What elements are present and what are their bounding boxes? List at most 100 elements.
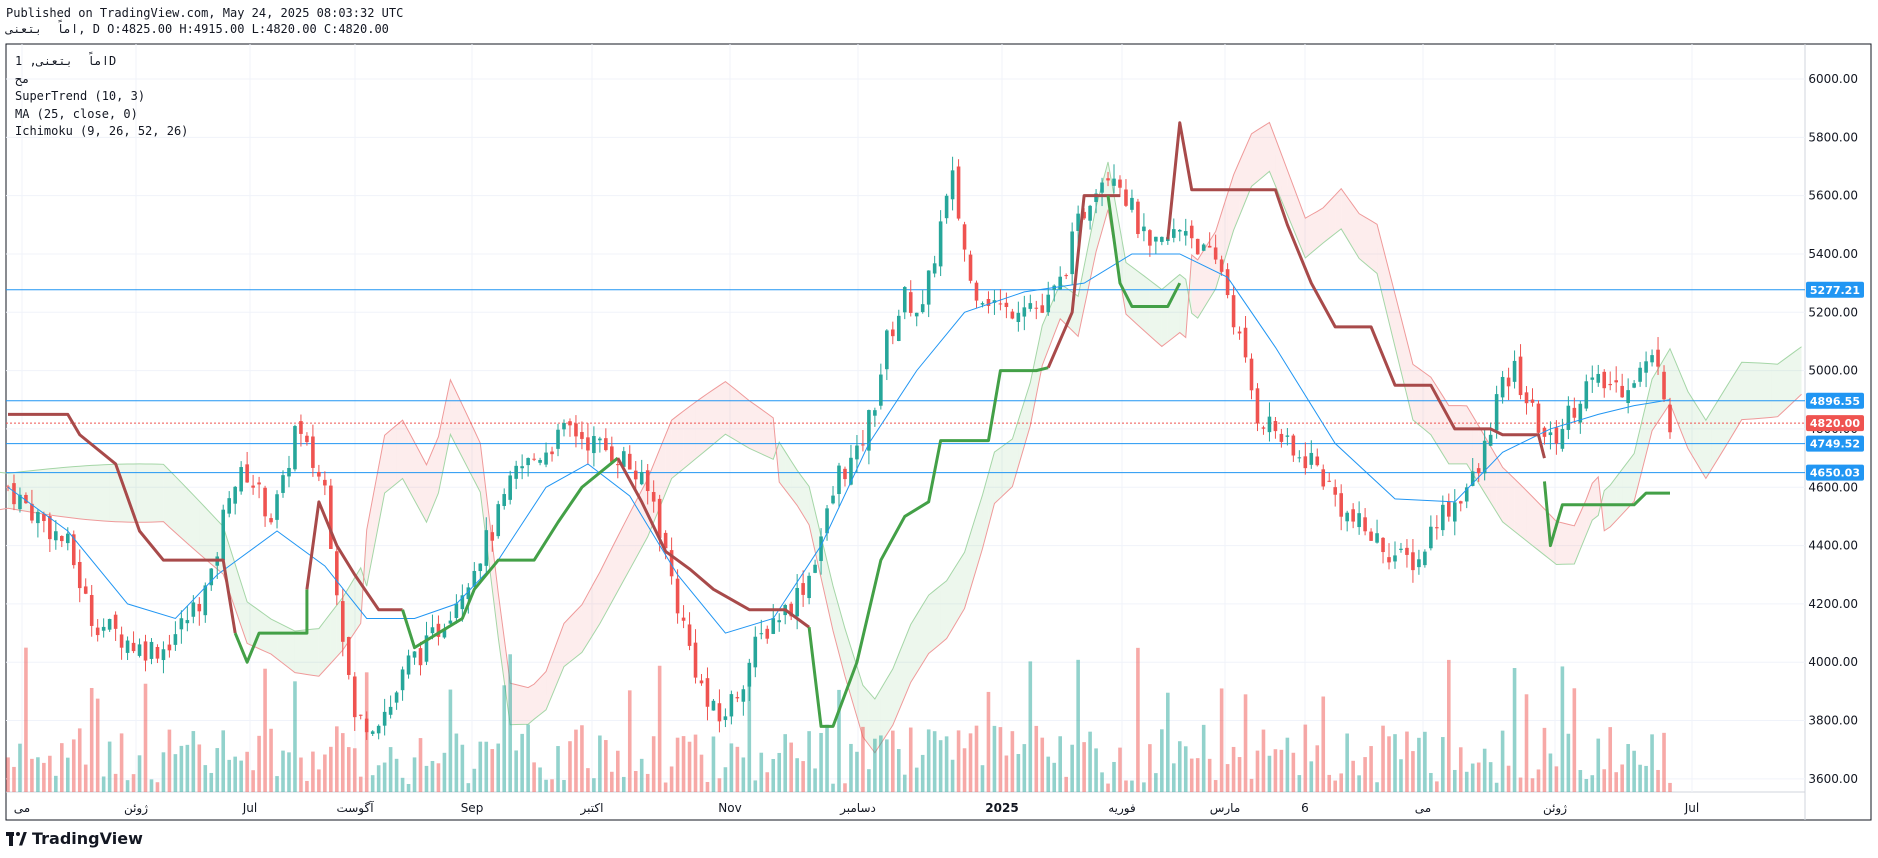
cloud-segment (61, 467, 68, 518)
y-tick-label: 5200.00 (1808, 305, 1858, 319)
volume-bar (1458, 747, 1463, 792)
candle-body (251, 485, 255, 488)
volume-bar (1381, 725, 1385, 792)
volume-bar (711, 736, 716, 792)
volume-bar (1423, 731, 1427, 792)
volume-bar (1357, 775, 1361, 792)
candle-body (980, 303, 985, 305)
volume-bar (1476, 762, 1481, 792)
candle-body (1369, 531, 1373, 541)
volume-bar (197, 744, 202, 792)
cloud-segment (85, 465, 92, 521)
volume-bar (1046, 756, 1051, 792)
candle-body (1154, 236, 1158, 242)
candle-body (329, 485, 333, 549)
volume-bar (604, 740, 608, 792)
x-tick-label: 2025 (985, 801, 1018, 815)
price-chart[interactable]: 6000.00 5800.00 5600.00 5400.00 5200.00 5000.… (0, 0, 1878, 858)
legend-ma[interactable]: MA (25, close, 0) (15, 106, 188, 124)
cloud-segment (725, 381, 732, 438)
x-tick-label: مى (1415, 801, 1431, 815)
volume-bar (1638, 764, 1642, 792)
cloud-segment (1371, 220, 1378, 274)
volume-bar (1548, 753, 1553, 792)
candle-body (1405, 547, 1409, 555)
candle-body (478, 563, 483, 572)
volume-bar (1620, 764, 1624, 792)
candle-body (77, 561, 82, 589)
candle-body (1393, 555, 1397, 562)
volume-bar (1082, 742, 1086, 792)
volume-bar (1405, 731, 1409, 792)
candle-body (813, 564, 817, 573)
price-label: 4650.03 (1810, 467, 1860, 480)
volume-bar (412, 757, 417, 792)
volume-bar (1596, 738, 1601, 792)
volume-bar (1004, 755, 1009, 792)
tradingview-brand[interactable]: TradingView (6, 829, 143, 848)
candle-body (1554, 427, 1559, 444)
candle-body (843, 468, 847, 480)
candle-body (239, 467, 243, 492)
volume-bar (538, 767, 542, 792)
candle-body (1644, 361, 1648, 373)
volume-bar (998, 727, 1003, 792)
candle-body (1177, 229, 1182, 232)
volume-bar (263, 668, 267, 792)
cloud-segment (306, 629, 313, 676)
candle-body (1255, 388, 1260, 424)
legend-supertrend[interactable]: SuperTrend (10, 3) (15, 88, 188, 106)
volume-bar (484, 741, 489, 792)
cloud-segment (199, 501, 206, 559)
volume-bar (1285, 737, 1290, 792)
cloud-segment (1365, 217, 1372, 269)
volume-bar (610, 771, 614, 792)
cloud-segment (300, 629, 307, 675)
volume-bar (849, 743, 853, 792)
volume-bar (346, 747, 351, 792)
volume-bar (1231, 746, 1236, 792)
candle-body (388, 706, 393, 715)
candle-body (305, 435, 309, 443)
cloud-segment (701, 393, 708, 454)
legend-ichimoku[interactable]: Ichimoku (9, 26, 52, 26) (15, 123, 188, 141)
candle-body (227, 498, 231, 514)
candle-body (699, 680, 704, 684)
volume-bar (580, 725, 584, 792)
candle-body (167, 644, 172, 651)
volume-bar (753, 780, 758, 792)
candle-body (1016, 312, 1021, 322)
cloud-segment (1699, 410, 1706, 479)
candle-body (430, 627, 435, 634)
volume-bar (807, 731, 811, 792)
candle-body (1512, 360, 1517, 382)
candle-body (1494, 394, 1499, 431)
volume-bar (1243, 694, 1248, 792)
candle-body (454, 603, 459, 618)
x-tick-label: Jul (1684, 801, 1699, 815)
cloud-segment (1161, 284, 1168, 347)
candle-body (610, 446, 614, 462)
candle-body (723, 716, 728, 720)
volume-bar (101, 776, 106, 792)
volume-bar (155, 782, 160, 792)
cloud-segment (271, 619, 278, 659)
cloud-segment (522, 686, 529, 725)
candle-body (1536, 403, 1541, 433)
candle-body (693, 642, 698, 678)
cloud-segment (288, 628, 295, 673)
volume-bar (1136, 647, 1140, 792)
volume-bar (1106, 783, 1110, 792)
volume-bar (107, 741, 112, 792)
volume-bar (663, 782, 668, 792)
volume-bar (1650, 734, 1654, 792)
y-tick-label: 5400.00 (1808, 247, 1858, 261)
candle-body (538, 459, 542, 463)
candle-body (1321, 469, 1326, 487)
candle-body (101, 626, 106, 631)
candle-body (119, 634, 124, 648)
candle-body (36, 511, 40, 524)
candle-body (376, 725, 381, 734)
cloud-segment (1359, 213, 1366, 264)
volume-bar (317, 769, 321, 792)
